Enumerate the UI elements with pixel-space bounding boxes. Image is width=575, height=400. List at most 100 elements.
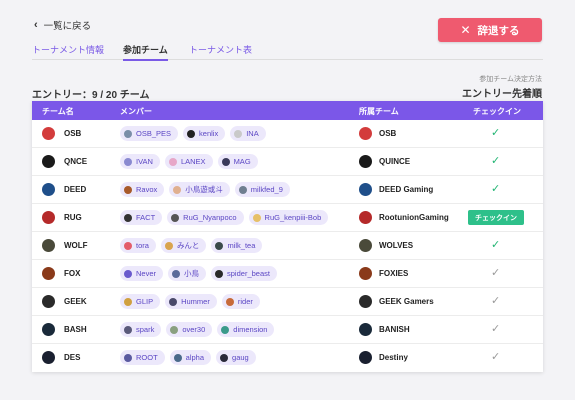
- affiliation-logo-icon: [359, 295, 372, 308]
- member-list: OSB_PES kenlix INA: [120, 126, 266, 141]
- tab-bar: トーナメント情報 参加チーム トーナメント表: [32, 43, 543, 61]
- team-cell[interactable]: QNCE: [42, 155, 87, 168]
- member-chip[interactable]: dimension: [217, 322, 275, 337]
- tab-bracket[interactable]: トーナメント表: [189, 43, 252, 60]
- member-chip[interactable]: ROOT: [120, 350, 165, 365]
- member-name: kenlix: [199, 129, 219, 138]
- member-chip[interactable]: spider_beast: [211, 266, 277, 281]
- member-chip[interactable]: RuG_kenpiii-Bob: [248, 210, 329, 225]
- member-chip[interactable]: RuG_Nyanpoco: [167, 210, 244, 225]
- close-icon: ✕: [460, 23, 471, 37]
- member-name: ROOT: [136, 353, 158, 362]
- member-chip[interactable]: kenlix: [183, 126, 226, 141]
- member-chip[interactable]: OSB_PES: [120, 126, 179, 141]
- member-chip[interactable]: over30: [166, 322, 213, 337]
- member-name: dimension: [233, 325, 268, 334]
- withdraw-button-label: 辞退する: [477, 24, 520, 37]
- team-cell[interactable]: DES: [42, 351, 80, 364]
- affiliation-cell[interactable]: BANISH: [359, 323, 410, 336]
- team-logo-icon: [42, 323, 55, 336]
- avatar: [124, 241, 132, 250]
- affiliation-cell[interactable]: Destiny: [359, 351, 408, 364]
- avatar: [124, 297, 132, 306]
- team-cell[interactable]: GEEK: [42, 295, 87, 308]
- back-link-label: 一覧に戻る: [43, 21, 92, 32]
- affiliation-name: GEEK Gamers: [379, 297, 434, 306]
- team-logo-icon: [42, 127, 55, 140]
- check-icon: ✓: [491, 267, 501, 279]
- member-chip[interactable]: spark: [120, 322, 162, 337]
- affiliation-logo-icon: [359, 155, 372, 168]
- member-chip[interactable]: LANEX: [164, 154, 213, 169]
- teams-table: チーム名 メンバー 所属チーム チェックイン OSB OSB_PES kenlix I…: [32, 101, 543, 372]
- tab-participating-teams[interactable]: 参加チーム: [123, 43, 168, 61]
- team-cell[interactable]: BASH: [42, 323, 87, 336]
- team-logo-icon: [42, 295, 55, 308]
- member-chip[interactable]: 小鳥: [168, 266, 207, 281]
- member-chip[interactable]: rider: [221, 294, 260, 309]
- table-row: WOLF tora みんと milk_tea WOLVES ✓: [32, 232, 543, 260]
- avatar: [124, 157, 132, 166]
- member-chip[interactable]: Never: [120, 266, 164, 281]
- member-chip[interactable]: GLIP: [120, 294, 161, 309]
- avatar: [124, 185, 132, 194]
- member-name: みんと: [176, 241, 200, 250]
- team-cell[interactable]: WOLF: [42, 239, 88, 252]
- affiliation-cell[interactable]: DEED Gaming: [359, 183, 433, 196]
- member-chip[interactable]: tora: [120, 238, 156, 253]
- member-chip[interactable]: MAG: [217, 154, 258, 169]
- member-chip[interactable]: 小鳥遊或斗: [169, 182, 230, 197]
- team-logo-icon: [42, 351, 55, 364]
- withdraw-button[interactable]: ✕ 辞退する: [438, 18, 542, 42]
- member-name: 小鳥遊或斗: [185, 185, 223, 194]
- member-chip[interactable]: Ravox: [120, 182, 165, 197]
- checkin-button[interactable]: チェックイン: [468, 210, 524, 225]
- affiliation-cell[interactable]: QUINCE: [359, 155, 410, 168]
- member-name: tora: [136, 241, 149, 250]
- avatar: [215, 241, 224, 250]
- member-chip[interactable]: みんと: [160, 238, 207, 253]
- affiliation-cell[interactable]: RootunionGaming: [359, 211, 449, 224]
- avatar: [221, 157, 230, 166]
- affiliation-logo-icon: [359, 323, 372, 336]
- member-chip[interactable]: gaug: [216, 350, 256, 365]
- team-name: WOLF: [64, 241, 88, 250]
- member-name: 小鳥: [184, 269, 200, 278]
- affiliation-cell[interactable]: FOXIES: [359, 267, 408, 280]
- member-chip[interactable]: alpha: [169, 350, 212, 365]
- table-row: BASH spark over30 dimension BANISH ✓: [32, 316, 543, 344]
- member-chip[interactable]: milk_tea: [211, 238, 263, 253]
- avatar: [168, 157, 177, 166]
- member-chip[interactable]: FACT: [120, 210, 163, 225]
- check-icon: ✓: [491, 351, 501, 363]
- member-chip[interactable]: INA: [230, 126, 266, 141]
- avatar: [173, 353, 182, 362]
- avatar: [124, 325, 132, 334]
- affiliation-cell[interactable]: GEEK Gamers: [359, 295, 434, 308]
- avatar: [252, 213, 261, 222]
- check-icon: ✓: [491, 155, 501, 167]
- member-name: Ravox: [136, 185, 158, 194]
- member-list: Ravox 小鳥遊或斗 milkfed_9: [120, 182, 290, 197]
- table-body: OSB OSB_PES kenlix INA OSB ✓ QNCE IVAN LANEX MAG Q…: [32, 120, 543, 372]
- member-name: rider: [237, 297, 253, 306]
- member-name: milk_tea: [227, 241, 256, 250]
- avatar: [187, 129, 196, 138]
- team-cell[interactable]: OSB: [42, 127, 81, 140]
- team-cell[interactable]: FOX: [42, 267, 80, 280]
- affiliation-name: WOLVES: [379, 241, 414, 250]
- team-cell[interactable]: DEED: [42, 183, 86, 196]
- tab-tournament-info[interactable]: トーナメント情報: [32, 43, 104, 60]
- check-icon: ✓: [491, 127, 501, 139]
- member-chip[interactable]: Hummer: [165, 294, 217, 309]
- member-name: spark: [136, 325, 155, 334]
- avatar: [215, 269, 224, 278]
- affiliation-cell[interactable]: OSB: [359, 127, 396, 140]
- check-icon: ✓: [491, 295, 501, 307]
- member-chip[interactable]: milkfed_9: [234, 182, 290, 197]
- affiliation-logo-icon: [359, 127, 372, 140]
- team-cell[interactable]: RUG: [42, 211, 82, 224]
- member-chip[interactable]: IVAN: [120, 154, 160, 169]
- back-link[interactable]: ‹ 一覧に戻る: [34, 18, 91, 32]
- affiliation-cell[interactable]: WOLVES: [359, 239, 413, 252]
